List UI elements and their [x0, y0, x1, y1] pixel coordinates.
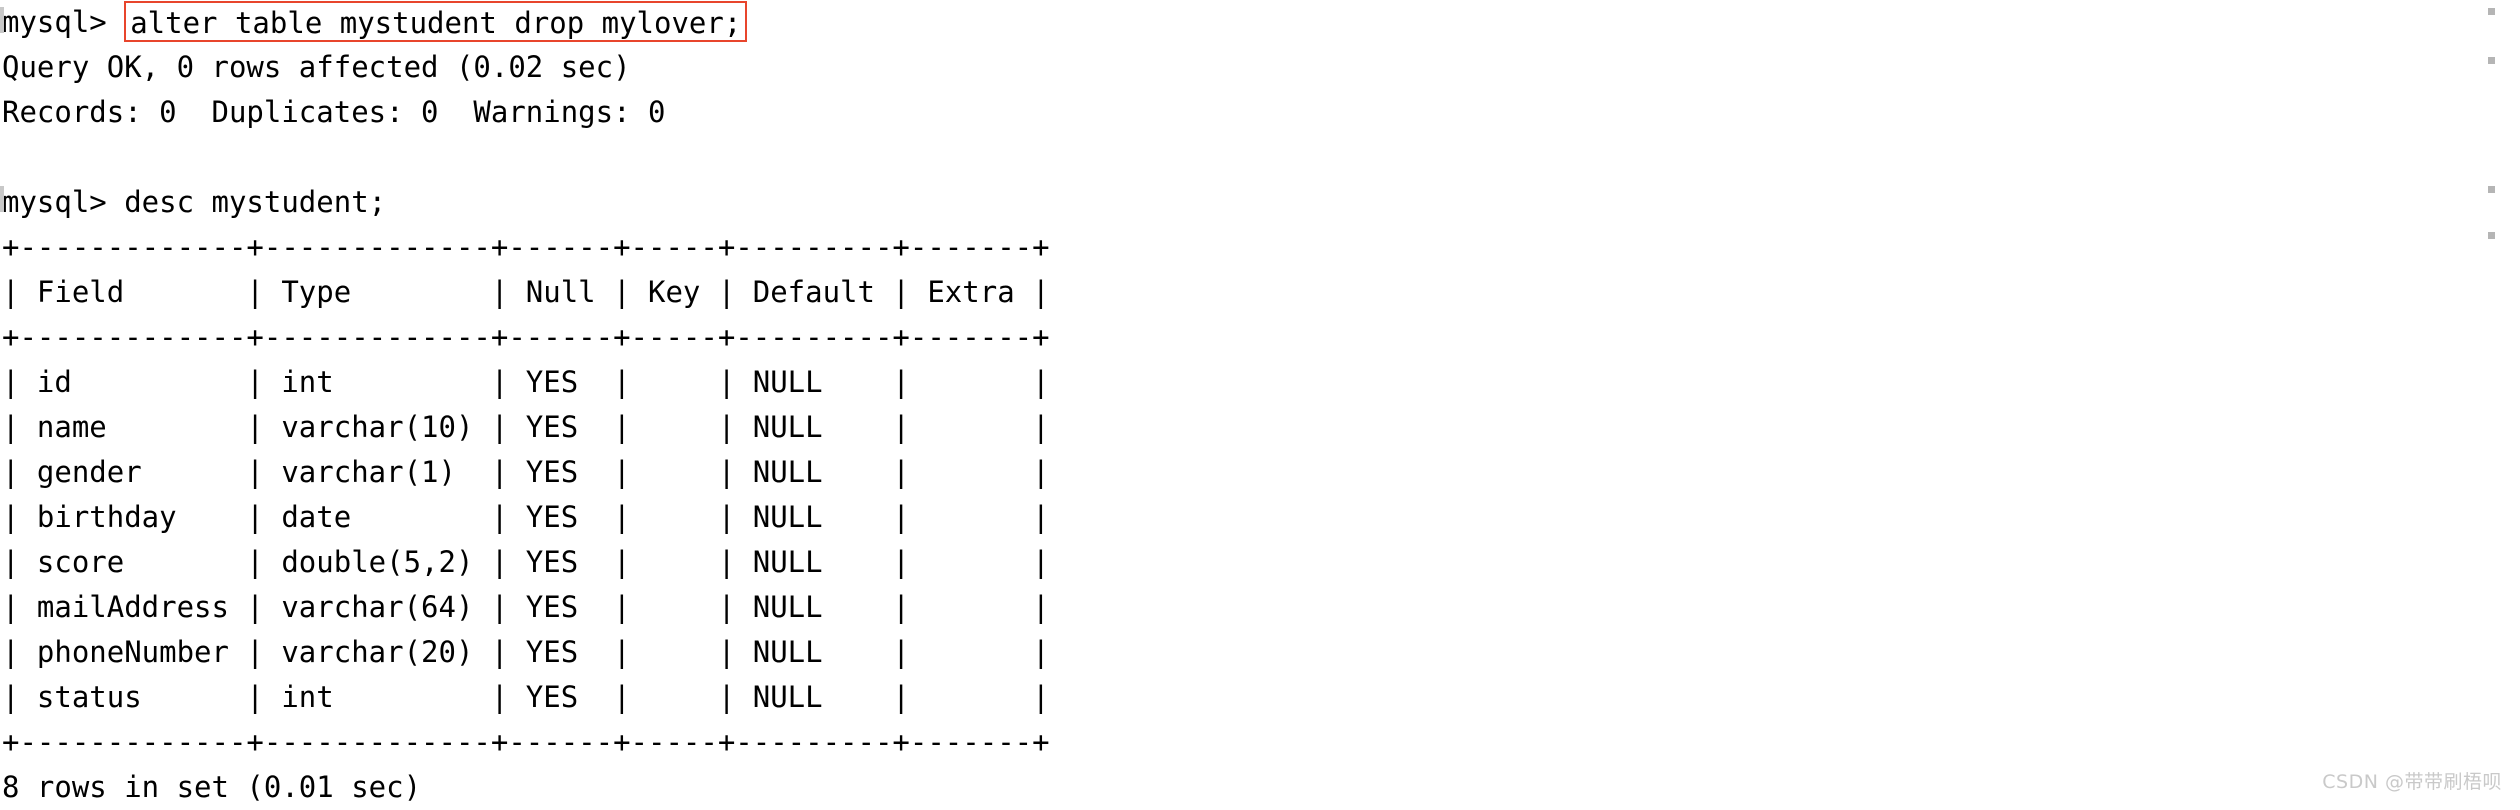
table-header-row: | Field | Type | Null | Key | Default | … — [2, 275, 1050, 309]
table-row: | gender | varchar(1) | YES | | NULL | | — [2, 455, 1050, 489]
csdn-watermark: CSDN @带带刷梧呗 — [2322, 771, 2502, 793]
table-separator-top: +-------------+-------------+------+----… — [2, 230, 1050, 264]
right-edge-artifact — [2488, 8, 2495, 15]
left-edge-artifact — [0, 7, 4, 33]
right-edge-artifact — [2488, 57, 2495, 64]
left-edge-artifact — [0, 186, 4, 212]
table-row: | id | int | YES | | NULL | | — [2, 365, 1050, 399]
table-row: | mailAddress | varchar(64) | YES | | NU… — [2, 590, 1050, 624]
command-line-highlighted: mysql> alter table mystudent drop mylove… — [0, 0, 2520, 45]
output-line: Query OK, 0 rows affected (0.02 sec) — [2, 50, 631, 84]
output-line: Records: 0 Duplicates: 0 Warnings: 0 — [2, 95, 666, 129]
row-count-status: 8 rows in set (0.01 sec) — [2, 770, 422, 804]
table-row: | name | varchar(10) | YES | | NULL | | — [2, 410, 1050, 444]
table-row: | score | double(5,2) | YES | | NULL | | — [2, 545, 1050, 579]
right-edge-artifact — [2488, 232, 2495, 239]
table-row: | birthday | date | YES | | NULL | | — [2, 500, 1050, 534]
terminal-output: mysql> alter table mystudent drop mylove… — [0, 0, 2520, 804]
right-edge-artifact — [2488, 186, 2495, 193]
highlighted-sql-command: alter table mystudent drop mylover; — [124, 1, 748, 42]
output-line-blank — [0, 135, 2520, 180]
table-separator-bottom: +-------------+-------------+------+----… — [2, 725, 1050, 759]
table-separator-header: +-------------+-------------+------+----… — [2, 320, 1050, 354]
table-row: | status | int | YES | | NULL | | — [2, 680, 1050, 714]
mysql-prompt: mysql> — [2, 5, 125, 39]
table-row: | phoneNumber | varchar(20) | YES | | NU… — [2, 635, 1050, 669]
command-line-desc: mysql> desc mystudent; — [2, 185, 387, 219]
